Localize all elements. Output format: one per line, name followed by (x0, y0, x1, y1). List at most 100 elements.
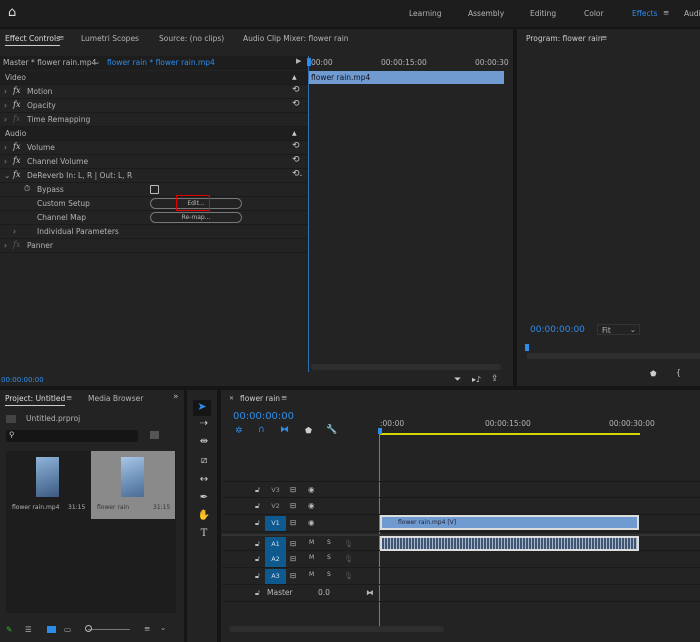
play-audio-icon[interactable]: ▸♪ (472, 375, 481, 384)
tab-source[interactable]: Source: (no clips) (159, 34, 224, 43)
mic-icon[interactable]: 🎙︎ (344, 539, 354, 548)
timeline-scrollbar[interactable] (229, 626, 444, 632)
effect-motion[interactable]: › fx Motion ⟲ (0, 85, 308, 99)
bypass-checkbox[interactable] (150, 185, 159, 194)
effect-dereverb[interactable]: ⌄ fx DeReverb In: L, R | Out: L, R ⟲. (0, 169, 308, 183)
pen-tool-icon[interactable]: ✒ (196, 492, 212, 503)
chevron-right-icon[interactable]: › (4, 157, 7, 166)
panel-menu-icon[interactable]: ≡ (66, 393, 72, 402)
sync-lock-icon[interactable]: ⊟ (290, 501, 296, 510)
chevron-right-icon[interactable]: › (13, 227, 16, 236)
slip-tool-icon[interactable]: ↔ (196, 474, 212, 485)
audio-clip[interactable] (380, 536, 639, 551)
chevron-right-icon[interactable]: › (4, 241, 7, 250)
video-clip[interactable]: flower rain.mp4 [V] (380, 515, 639, 530)
track-select-tool-icon[interactable]: ⇢ (196, 418, 212, 429)
lock-icon[interactable]: 🔓︎ (255, 539, 260, 549)
snap-icon[interactable]: ∩ (258, 425, 265, 435)
razor-tool-icon[interactable]: ⧄ (196, 455, 212, 466)
lock-icon[interactable]: 🔓︎ (255, 501, 260, 511)
effect-timeline[interactable]: 00:00 00:00:15:00 00:00:30 flower rain.m… (307, 56, 509, 372)
track-label[interactable]: V2 (265, 499, 286, 514)
panel-menu-icon[interactable]: ≡ (601, 33, 607, 42)
chevron-right-icon[interactable]: › (4, 115, 7, 124)
lock-icon[interactable]: 🔓︎ (255, 485, 260, 495)
clip-bar[interactable]: flower rain.mp4 (309, 71, 504, 84)
solo-button[interactable]: S (327, 554, 331, 561)
fx-icon[interactable]: fx (13, 156, 20, 165)
eye-icon[interactable]: ◉ (308, 501, 315, 510)
selection-tool-icon[interactable]: ➤ (193, 400, 211, 416)
eye-icon[interactable]: ◉ (308, 485, 315, 494)
reset-icon[interactable]: ⟲ (292, 85, 300, 95)
reset-icon[interactable]: ⟲ (292, 99, 300, 109)
master-volume[interactable]: 0.0 (318, 588, 330, 597)
mic-icon[interactable]: 🎙︎ (344, 554, 354, 563)
close-icon[interactable]: ✕ (229, 395, 234, 402)
type-tool-icon[interactable]: T (196, 528, 212, 539)
effect-timecode[interactable]: 00:00:00:00 (1, 376, 44, 384)
fit-dropdown[interactable]: Fit ⌄ (597, 324, 640, 335)
sequence-clip-label[interactable]: flower rain * flower rain.mp4 (107, 58, 215, 67)
lock-icon[interactable]: 🔓︎ (255, 554, 260, 564)
fx-icon[interactable]: fx (13, 170, 20, 179)
nest-icon[interactable]: ✲ (235, 426, 243, 436)
work-area-bar[interactable] (380, 433, 640, 435)
track-label[interactable]: A3 (265, 569, 286, 584)
chevron-down-icon[interactable]: ⌄ (160, 623, 166, 632)
param-individual-parameters[interactable]: › Individual Parameters (0, 225, 308, 239)
wrench-icon[interactable]: 🔧 (326, 425, 337, 435)
sort-icon[interactable]: ≡ (144, 624, 150, 633)
list-view-icon[interactable]: ☰ (25, 625, 32, 634)
workspace-assembly[interactable]: Assembly (468, 9, 504, 18)
workspace-learning[interactable]: Learning (409, 9, 442, 18)
workspace-menu-icon[interactable]: ≡ (663, 8, 669, 17)
solo-button[interactable]: S (327, 539, 331, 546)
reset-menu-icon[interactable]: ⟲. (292, 169, 302, 179)
reset-icon[interactable]: ⟲ (292, 141, 300, 151)
timeline-timecode[interactable]: 00:00:00:00 (233, 411, 294, 422)
mark-in-icon[interactable]: { (676, 368, 681, 377)
reset-icon[interactable]: ⟲ (292, 155, 300, 165)
overflow-icon[interactable]: » (173, 392, 179, 402)
fit-tracks-icon[interactable]: ⧓ (366, 588, 374, 597)
lock-icon[interactable]: 🔓︎ (255, 518, 260, 528)
add-marker-icon[interactable]: ⬟ (650, 369, 657, 378)
play-only-audio-icon[interactable]: ▶ (296, 57, 301, 65)
effect-opacity[interactable]: › fx Opacity ⟲ (0, 99, 308, 113)
chevron-right-icon[interactable]: › (4, 101, 7, 110)
collapse-icon[interactable]: ▲ (292, 130, 297, 137)
sync-lock-icon[interactable]: ⊟ (290, 554, 296, 563)
workspace-audio[interactable]: Audi (684, 9, 700, 18)
program-scrollbar[interactable] (527, 353, 700, 359)
icon-view-icon[interactable] (47, 626, 56, 633)
fx-icon[interactable]: fx (13, 86, 20, 95)
mute-button[interactable]: M (309, 539, 314, 546)
home-icon[interactable]: ⌂ (8, 5, 16, 20)
workspace-effects[interactable]: Effects (632, 9, 658, 18)
track-label[interactable]: V3 (265, 483, 286, 498)
effect-panner[interactable]: › fx Panner (0, 239, 308, 253)
eye-icon[interactable]: ◉ (308, 518, 315, 527)
chevron-right-icon[interactable]: › (4, 143, 7, 152)
sync-lock-icon[interactable]: ⊟ (290, 485, 296, 494)
remap-button[interactable]: Re-map... (150, 212, 242, 223)
tab-audio-clip-mixer[interactable]: Audio Clip Mixer: flower rain (243, 34, 349, 43)
hand-tool-icon[interactable]: ✋ (196, 510, 212, 521)
sync-lock-icon[interactable]: ⊟ (290, 518, 296, 527)
search-input[interactable]: ⚲ (6, 430, 138, 442)
add-marker-icon[interactable]: ⬟ (305, 426, 312, 435)
solo-button[interactable]: S (327, 571, 331, 578)
fx-icon[interactable]: fx (13, 142, 20, 151)
workspace-editing[interactable]: Editing (530, 9, 556, 18)
chevron-down-icon[interactable]: ⌄ (4, 171, 10, 180)
collapse-icon[interactable]: ▲ (292, 74, 297, 81)
zoom-scrollbar[interactable] (311, 364, 501, 370)
mic-icon[interactable]: 🎙︎ (344, 571, 354, 580)
tab-effect-controls[interactable]: Effect Controls (5, 34, 60, 46)
export-icon[interactable]: ⇪ (491, 374, 499, 384)
effect-channel-volume[interactable]: › fx Channel Volume ⟲ (0, 155, 308, 169)
zoom-slider-handle[interactable] (85, 625, 92, 632)
fx-icon[interactable]: fx (13, 100, 20, 109)
tab-project[interactable]: Project: Untitled (5, 394, 66, 406)
